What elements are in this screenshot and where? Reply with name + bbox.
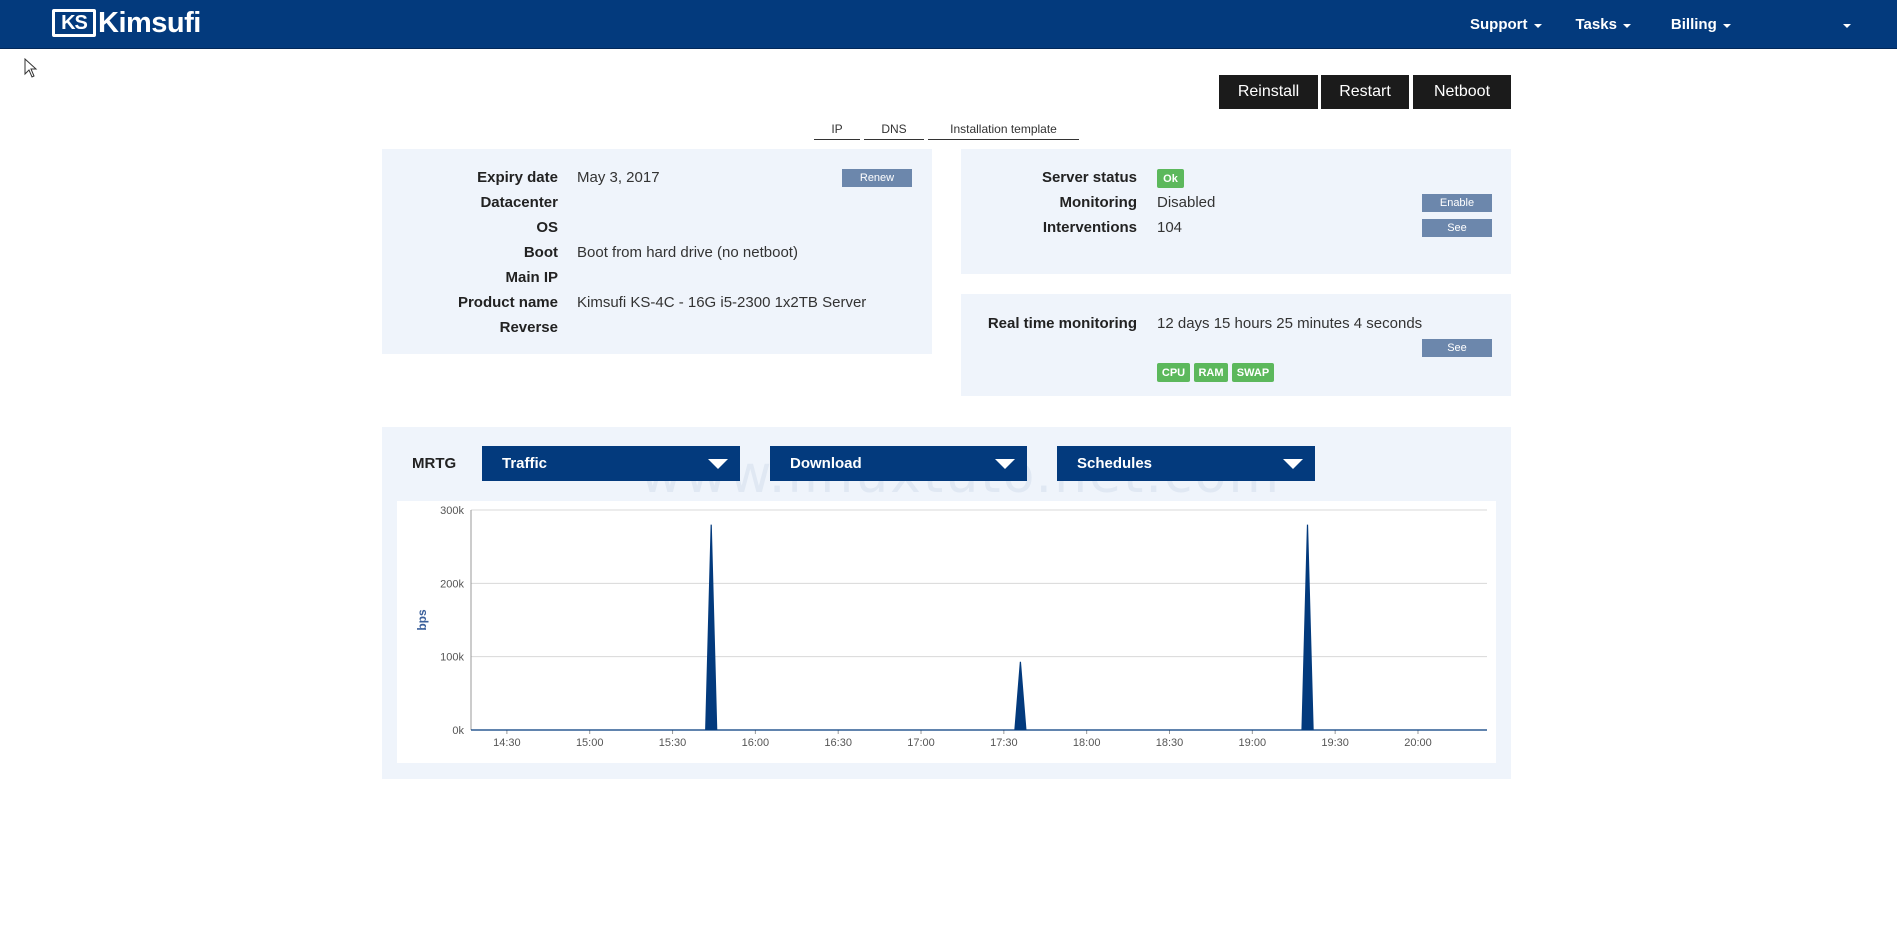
renew-button[interactable]: Renew (842, 169, 912, 187)
expiry-date-value: May 3, 2017 (577, 169, 660, 186)
y-tick-label: 200k (440, 578, 464, 590)
interventions-value: 104 (1157, 219, 1183, 236)
reinstall-button[interactable]: Reinstall (1219, 75, 1318, 109)
x-tick-label: 19:00 (1239, 737, 1267, 749)
boot-value: Boot from hard drive (no netboot) (577, 244, 798, 261)
cpu-badge[interactable]: CPU (1157, 363, 1190, 382)
x-tick-label: 19:30 (1321, 737, 1349, 749)
uptime-value: 12 days 15 hours 25 minutes 4 seconds (1157, 315, 1423, 332)
main-ip-label: Main IP (505, 269, 558, 286)
mouse-pointer-icon (24, 58, 38, 78)
nav-billing-label: Billing (1670, 16, 1717, 33)
download-select[interactable]: Download (770, 446, 1027, 481)
traffic-select-value: Traffic (502, 455, 548, 472)
boot-label: Boot (523, 244, 558, 261)
reverse-label: Reverse (499, 319, 558, 336)
x-tick-label: 20:00 (1404, 737, 1432, 749)
interventions-label: Interventions (1042, 219, 1137, 236)
mrtg-label: MRTG (412, 455, 457, 472)
server-status-panel: Server status Ok Monitoring Disabled Ena… (961, 149, 1511, 274)
nav-billing[interactable]: Billing (1671, 16, 1731, 33)
traffic-area-series (471, 524, 1487, 731)
x-tick-label: 15:30 (659, 737, 687, 749)
see-realtime-button[interactable]: See (1422, 339, 1492, 357)
caret-down-icon (1533, 23, 1542, 28)
x-tick-label: 14:30 (493, 737, 521, 749)
monitoring-label: Monitoring (1059, 194, 1137, 211)
traffic-chart-container: 0k 100k 200k 300k 14:30 15:00 15:30 16:00 16:30 1… (397, 501, 1496, 763)
nav-menu: Support Tasks Billing (1470, 0, 1731, 49)
x-tick-label: 17:30 (990, 737, 1018, 749)
os-label: OS (536, 219, 558, 236)
dropdown-arrow-icon (995, 459, 1015, 469)
traffic-select[interactable]: Traffic (482, 446, 740, 481)
x-tick-label: 18:30 (1156, 737, 1184, 749)
y-tick-label: 0k (452, 725, 464, 737)
nav-account[interactable] (1837, 0, 1851, 49)
realtime-monitoring-panel: Real time monitoring 12 days 15 hours 25… (961, 294, 1511, 396)
x-tick-label: 18:00 (1073, 737, 1101, 749)
dropdown-arrow-icon (1283, 459, 1303, 469)
schedules-select-value: Schedules (1077, 455, 1153, 472)
ram-badge[interactable]: RAM (1194, 363, 1228, 382)
x-tick-label: 16:00 (742, 737, 770, 749)
server-info-panel: Expiry date May 3, 2017 Renew Datacenter… (382, 149, 932, 354)
realtime-monitoring-label: Real time monitoring (987, 315, 1137, 332)
product-name-label: Product name (457, 294, 558, 311)
tab-dns[interactable]: DNS (864, 118, 924, 140)
swap-badge[interactable]: SWAP (1232, 363, 1274, 382)
caret-down-icon (1722, 23, 1731, 28)
top-navbar: KS Kimsufi Support Tasks Billing (0, 0, 1897, 49)
logo-mark-icon: KS (52, 9, 96, 37)
download-select-value: Download (790, 455, 862, 472)
see-interventions-button[interactable]: See (1422, 219, 1492, 237)
tab-installation-template[interactable]: Installation template (928, 118, 1079, 140)
expiry-date-label: Expiry date (477, 169, 558, 186)
logo-text: Kimsufi (98, 6, 201, 39)
nav-tasks[interactable]: Tasks (1576, 16, 1631, 33)
server-status-badge: Ok (1157, 169, 1184, 188)
y-tick-label: 100k (440, 652, 464, 664)
tab-ip[interactable]: IP (814, 118, 860, 140)
schedules-select[interactable]: Schedules (1057, 446, 1315, 481)
caret-down-icon (1622, 23, 1631, 28)
enable-monitoring-button[interactable]: Enable (1422, 194, 1492, 212)
nav-support[interactable]: Support (1470, 16, 1542, 33)
dropdown-arrow-icon (708, 459, 728, 469)
account-caret-down-icon (1843, 23, 1851, 28)
server-status-label: Server status (1041, 169, 1137, 186)
datacenter-label: Datacenter (480, 194, 558, 211)
y-axis-label: bps (415, 609, 429, 631)
kimsufi-logo[interactable]: KS Kimsufi (52, 6, 201, 39)
x-tick-label: 15:00 (576, 737, 604, 749)
monitoring-value: Disabled (1157, 194, 1216, 211)
x-tick-label: 17:00 (907, 737, 935, 749)
netboot-button[interactable]: Netboot (1413, 75, 1511, 109)
nav-tasks-label: Tasks (1575, 16, 1617, 33)
nav-support-label: Support (1470, 16, 1528, 33)
restart-button[interactable]: Restart (1321, 75, 1409, 109)
product-name-value: Kimsufi KS-4C - 16G i5-2300 1x2TB Server (577, 294, 867, 311)
traffic-chart: 0k 100k 200k 300k 14:30 15:00 15:30 16:00 16:30 1… (415, 505, 1487, 749)
x-tick-label: 16:30 (824, 737, 852, 749)
y-tick-label: 300k (440, 505, 464, 517)
